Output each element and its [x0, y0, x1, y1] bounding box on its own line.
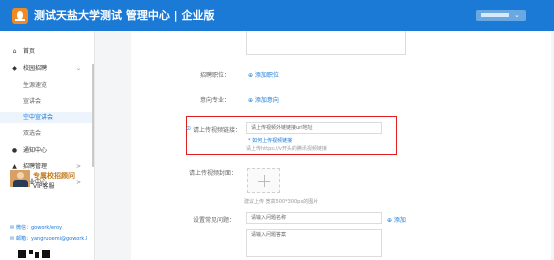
- home-icon: ⌂: [12, 48, 17, 55]
- add-position-link[interactable]: ⊕ 添加职位: [248, 70, 279, 79]
- vip-advisor-title: 专属校招顾问: [33, 172, 75, 180]
- subitem-label: 双选会: [23, 130, 42, 137]
- vip-advisor-subtitle: VIP客服: [33, 183, 55, 190]
- description-textarea[interactable]: [246, 31, 406, 55]
- email-contact: ✉ 邮箱：yangruoemi@gowork.l: [10, 235, 87, 242]
- chevron-down-icon: ⌄: [514, 11, 520, 19]
- chevron-right-icon: >: [76, 163, 82, 170]
- required-mark-icon: ⊙: [186, 125, 192, 132]
- question-name-input[interactable]: 请输入问题名称: [246, 212, 382, 224]
- vip-advisor-avatar: [10, 170, 30, 187]
- position-label: 招聘职位：: [200, 72, 231, 79]
- video-url-input[interactable]: 请上传视频外链链接url地址: [246, 122, 382, 134]
- sidebar-item-label: 通知中心: [23, 147, 48, 154]
- top-header: 测试天盐大学测试 管理中心 | 企业版 ⌄: [0, 0, 554, 31]
- sidebar-subitem-student-overview[interactable]: 生源速览: [0, 80, 92, 91]
- cover-size-hint: 建议上传 宽高500*300px的图片: [244, 199, 319, 205]
- sidebar-subitem-online-presentation[interactable]: 空中宣讲会: [0, 112, 92, 123]
- sidebar-subitem-presentation[interactable]: 宣讲会: [0, 96, 92, 107]
- graduation-icon: ◆: [12, 65, 17, 72]
- sidebar-subitem-job-fair[interactable]: 双选会: [0, 128, 92, 139]
- subitem-label: 宣讲会: [23, 98, 42, 105]
- sidebar-scrollbar[interactable]: [92, 64, 94, 167]
- video-upload-help-link[interactable]: * 如何上传视频链接: [248, 137, 292, 144]
- subitem-label: 空中宣讲会: [23, 114, 54, 121]
- bell-icon: ●: [11, 147, 18, 154]
- major-label: 意向专业：: [200, 97, 231, 104]
- sidebar-item-label: 校园招聘: [23, 65, 48, 72]
- cover-upload-button[interactable]: [247, 168, 280, 193]
- user-name-redacted: [481, 13, 509, 17]
- chevron-right-icon: >: [76, 179, 82, 186]
- user-menu[interactable]: ⌄: [476, 10, 526, 21]
- plus-icon-bar: [264, 175, 265, 187]
- qr-code: [18, 250, 50, 260]
- video-link-label: 请上传视频链接：: [193, 127, 242, 134]
- sidebar-item-campus-recruit[interactable]: ◆ 校园招聘 ⌄: [0, 63, 92, 74]
- video-upload-hint: 请上传https://v开头的腾讯视频链接: [246, 146, 327, 152]
- contact-text: 邮箱：yangruoemi@gowork.l: [16, 236, 88, 242]
- sidebar-item-notice[interactable]: ● 通知中心: [0, 145, 92, 156]
- contact-text: 微信：gowork/eroy: [16, 225, 63, 231]
- faq-label: 设置常见问题：: [193, 217, 236, 224]
- answer-textarea[interactable]: 请输入问题答案: [246, 229, 382, 257]
- wechat-contact: ✉ 微信：gowork/eroy: [10, 224, 62, 231]
- add-major-link[interactable]: ⊕ 添加意向: [248, 95, 279, 104]
- add-question-link[interactable]: ⊕ 添加: [387, 215, 406, 224]
- sidebar-item-label: 首页: [23, 48, 36, 55]
- chevron-down-icon: ⌄: [76, 65, 82, 72]
- video-cover-label: 请上传视频封面：: [189, 170, 238, 177]
- subitem-label: 生源速览: [23, 82, 48, 89]
- sidebar-item-home[interactable]: ⌂ 首页: [0, 46, 92, 57]
- flame-logo-icon[interactable]: [12, 8, 28, 24]
- app-title: 测试天盐大学测试 管理中心 | 企业版: [34, 9, 215, 22]
